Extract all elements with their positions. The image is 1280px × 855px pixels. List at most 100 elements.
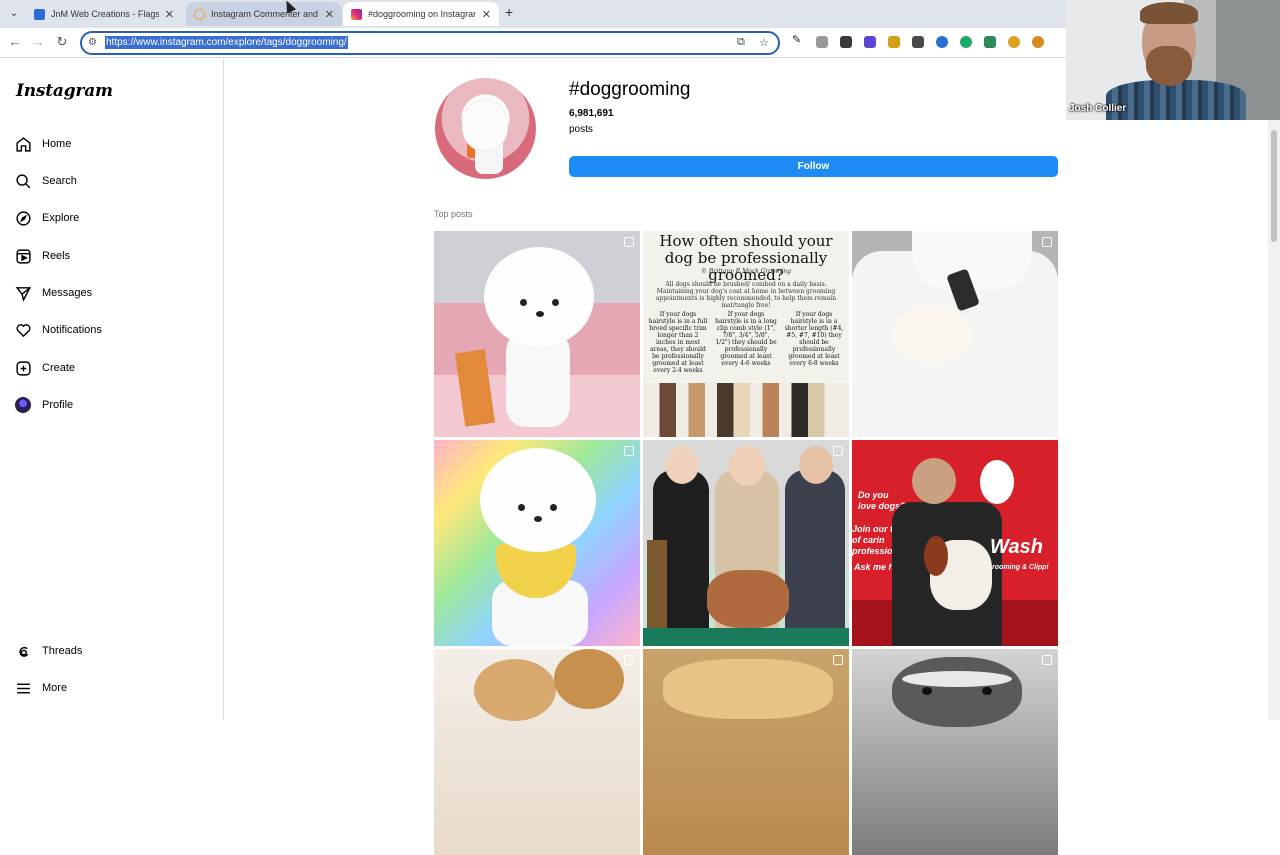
tab-close-icon[interactable]: ✕ xyxy=(325,8,334,21)
post-tile[interactable]: How often should your dog be professiona… xyxy=(643,231,849,437)
install-app-icon[interactable]: ⧉ xyxy=(737,36,745,49)
instagram-logo[interactable]: Instagram xyxy=(16,81,113,101)
reload-icon[interactable]: ↻ xyxy=(53,34,71,50)
tab-title: Instagram Commenter and DM xyxy=(211,9,319,19)
webcam-beard-shape xyxy=(1146,46,1192,86)
tile-shape xyxy=(665,446,699,484)
tile-shape xyxy=(892,657,1022,727)
sidebar-item-explore[interactable]: Explore xyxy=(14,203,209,233)
tile-shape xyxy=(552,299,559,306)
sidebar-item-create[interactable]: Create xyxy=(14,353,209,383)
tile-intro-text: All dogs should be brushed/ combed on a … xyxy=(655,281,837,309)
sidebar-item-label: Messages xyxy=(42,287,93,299)
cookie-extension-icon[interactable] xyxy=(1032,36,1044,48)
tab-close-icon[interactable]: ✕ xyxy=(482,8,491,21)
compass-icon xyxy=(14,209,32,227)
tile-promo-text: Do you xyxy=(858,490,889,500)
post-tile[interactable] xyxy=(643,649,849,855)
tab-title: JnM Web Creations - Flagstaff xyxy=(51,9,159,19)
scrollbar-thumb[interactable] xyxy=(1271,130,1277,242)
clock-extension-icon[interactable] xyxy=(1008,36,1020,48)
grammar-extension-icon[interactable] xyxy=(960,36,972,48)
tile-shape xyxy=(643,628,849,646)
post-tile[interactable] xyxy=(852,649,1058,855)
sidebar-item-more[interactable]: More xyxy=(14,673,209,703)
top-posts-heading: Top posts xyxy=(434,209,473,219)
webcam-name-label: Josh Collier xyxy=(1069,103,1127,114)
badge-extension-icon[interactable] xyxy=(864,36,876,48)
tile-shape xyxy=(707,570,789,628)
tab-doggrooming-instagram[interactable]: #doggrooming on Instagram ✕ xyxy=(343,2,499,26)
tile-shape xyxy=(647,540,667,630)
forward-arrow-icon[interactable]: → xyxy=(29,34,47,49)
sidebar-item-home[interactable]: Home xyxy=(14,129,209,159)
webcam-overlay: Josh Collier xyxy=(1066,0,1280,120)
camera-extension-icon[interactable] xyxy=(816,36,828,48)
folder-extension-icon[interactable] xyxy=(888,36,900,48)
sidebar-item-label: Reels xyxy=(42,250,71,262)
reel-icon xyxy=(1042,655,1052,665)
tab-search-icon[interactable]: ⌄ xyxy=(6,6,22,22)
hashtag-avatar xyxy=(435,78,536,179)
tile-shape xyxy=(536,311,544,317)
back-arrow-icon[interactable]: ← xyxy=(6,34,24,49)
tile-shape xyxy=(902,671,1012,687)
new-tab-icon[interactable]: + xyxy=(505,4,513,20)
tile-heading-text: How often should your dog be professiona… xyxy=(659,232,833,284)
follow-button[interactable]: Follow xyxy=(569,156,1058,177)
address-bar[interactable]: ⚙ https://www.instagram.com/explore/tags… xyxy=(80,31,780,55)
sidebar-item-reels[interactable]: Reels xyxy=(14,241,209,271)
multiple-photos-icon xyxy=(624,655,634,665)
instagram-favicon-icon xyxy=(351,8,362,20)
tile-promo-text: professio xyxy=(852,546,893,556)
threads-icon xyxy=(14,642,32,660)
post-count-label: posts xyxy=(569,124,593,135)
tile-shape xyxy=(643,383,849,437)
page-scrollbar[interactable] xyxy=(1268,120,1280,720)
post-tile[interactable] xyxy=(643,440,849,646)
tile-shape xyxy=(785,470,845,646)
site-info-icon[interactable]: ⚙ xyxy=(88,37,97,48)
s-extension-icon[interactable] xyxy=(840,36,852,48)
url-text[interactable]: https://www.instagram.com/explore/tags/d… xyxy=(105,36,348,49)
tile-promo-text: of carin xyxy=(852,535,885,545)
multiple-photos-icon xyxy=(833,446,843,456)
pen-extension-icon[interactable]: ✎ xyxy=(792,33,804,46)
instagram-sidebar: Instagram Home Search Explore Reels Mess… xyxy=(0,59,224,720)
tile-shape xyxy=(663,659,833,719)
sidebar-item-profile[interactable]: Profile xyxy=(14,390,209,420)
tab-close-icon[interactable]: ✕ xyxy=(165,8,174,21)
sidebar-item-label: Create xyxy=(42,362,76,374)
tile-shape xyxy=(980,460,1014,504)
avatar-dog-head-shape xyxy=(463,100,507,150)
tile-column-text: If your dogs hairstyle is in a shorter l… xyxy=(784,311,844,367)
tile-shape xyxy=(922,687,932,695)
sidebar-item-search[interactable]: Search xyxy=(14,166,209,196)
sidebar-item-label: Search xyxy=(42,175,77,187)
tile-column-text: If your dogs hairstyle is in a long clip… xyxy=(715,311,777,367)
tile-shape xyxy=(520,299,527,306)
bookmark-star-icon[interactable]: ☆ xyxy=(759,36,769,49)
post-tile[interactable]: Do you love dogs? Join our te of carin p… xyxy=(852,440,1058,646)
post-tile[interactable] xyxy=(434,231,640,437)
tile-shape xyxy=(912,458,956,504)
leaf-extension-icon[interactable] xyxy=(984,36,996,48)
tab-title: #doggrooming on Instagram xyxy=(368,9,476,19)
post-tile[interactable] xyxy=(434,440,640,646)
sidebar-item-messages[interactable]: Messages xyxy=(14,278,209,308)
menu-icon xyxy=(14,679,32,697)
post-tile[interactable] xyxy=(852,231,1058,437)
search-icon xyxy=(14,172,32,190)
tile-shape xyxy=(474,659,556,721)
multiple-photos-icon xyxy=(624,446,634,456)
sidebar-item-threads[interactable]: Threads xyxy=(14,636,209,666)
tab-instagram-commenter[interactable]: Instagram Commenter and DM ✕ xyxy=(186,2,342,26)
heart-icon xyxy=(14,321,32,339)
tab-favicon-icon xyxy=(194,8,205,20)
screen-extension-icon[interactable] xyxy=(912,36,924,48)
tab-jnm-web-creations[interactable]: JnM Web Creations - Flagstaff ✕ xyxy=(26,2,182,26)
sidebar-item-label: Explore xyxy=(42,212,80,224)
post-tile[interactable] xyxy=(434,649,640,855)
toggle-extension-icon[interactable] xyxy=(936,36,948,48)
sidebar-item-notifications[interactable]: Notifications xyxy=(14,315,209,345)
